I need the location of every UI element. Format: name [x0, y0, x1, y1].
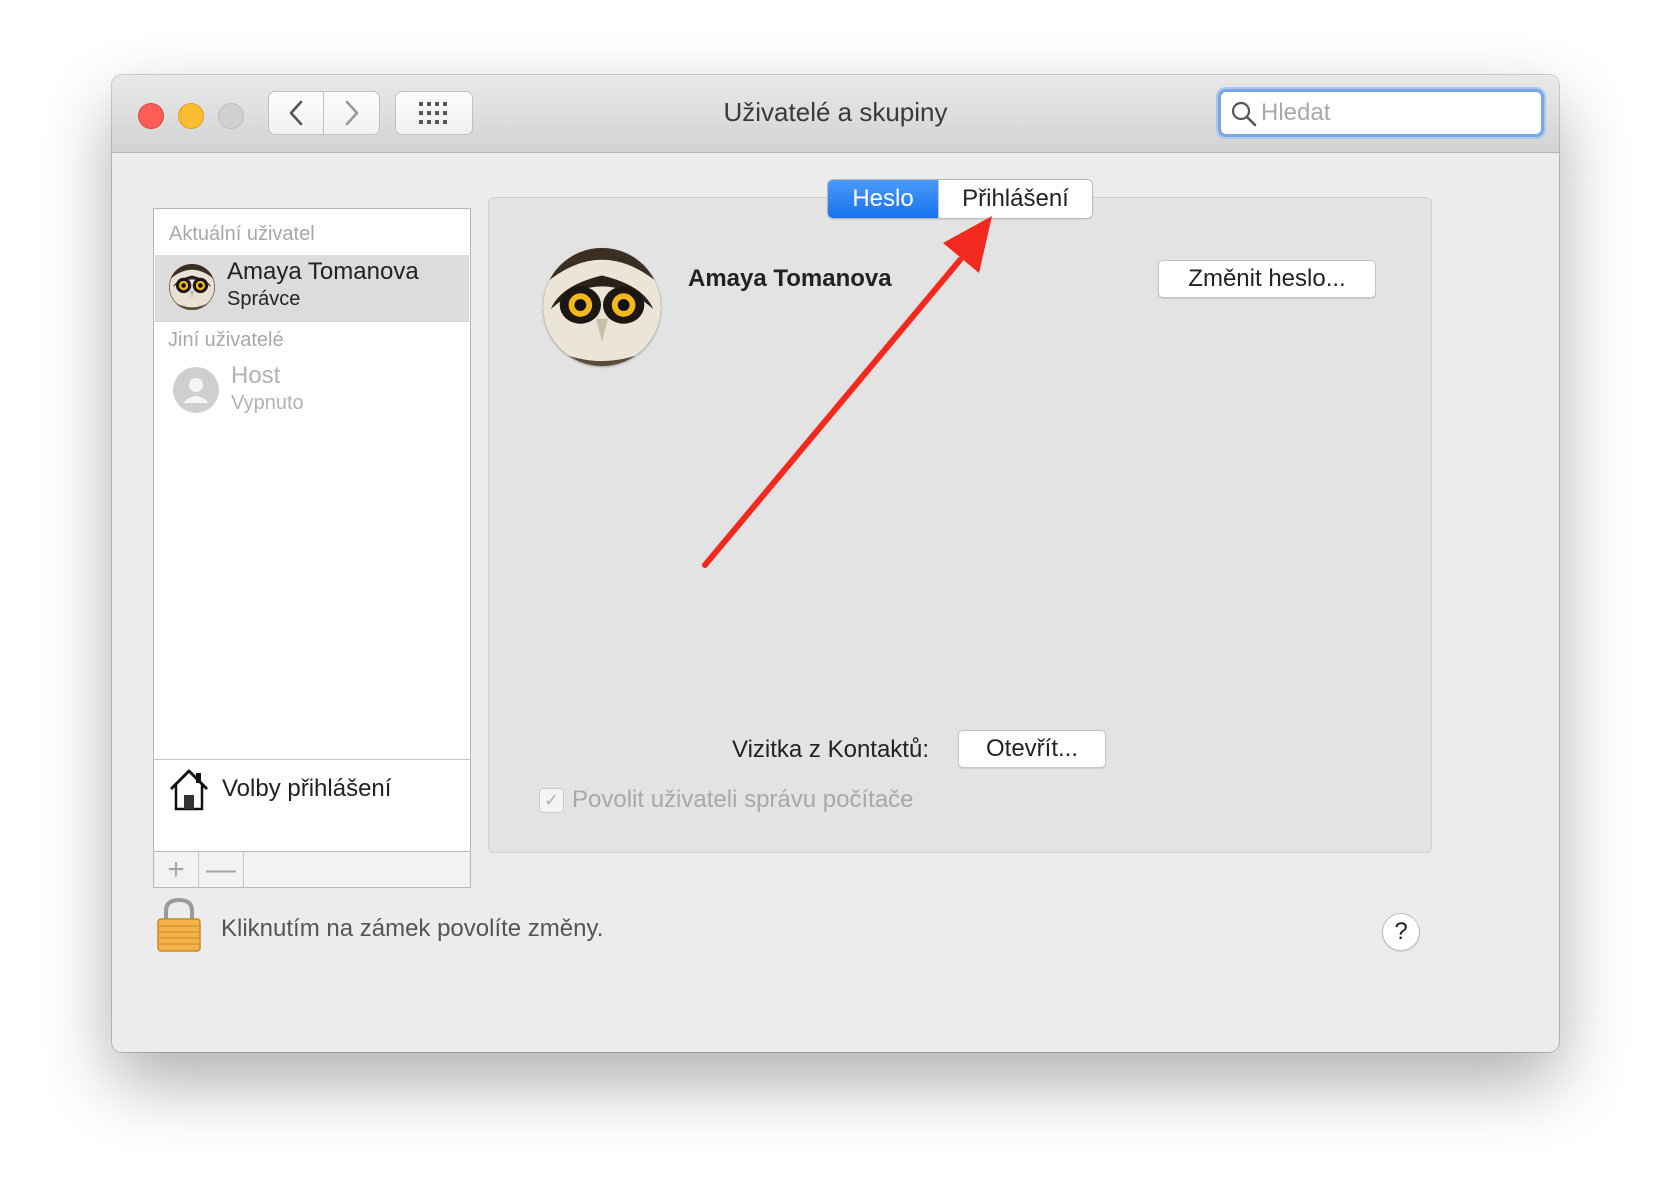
- annotation-arrow: [702, 216, 992, 568]
- lock-icon[interactable]: [156, 897, 202, 953]
- lock-status-text[interactable]: Kliknutím na zámek povolíte změny.: [221, 915, 603, 943]
- help-button[interactable]: ?: [1382, 913, 1420, 951]
- system-preferences-window: Uživatelé a skupiny Aktuální uživatel: [112, 75, 1559, 1052]
